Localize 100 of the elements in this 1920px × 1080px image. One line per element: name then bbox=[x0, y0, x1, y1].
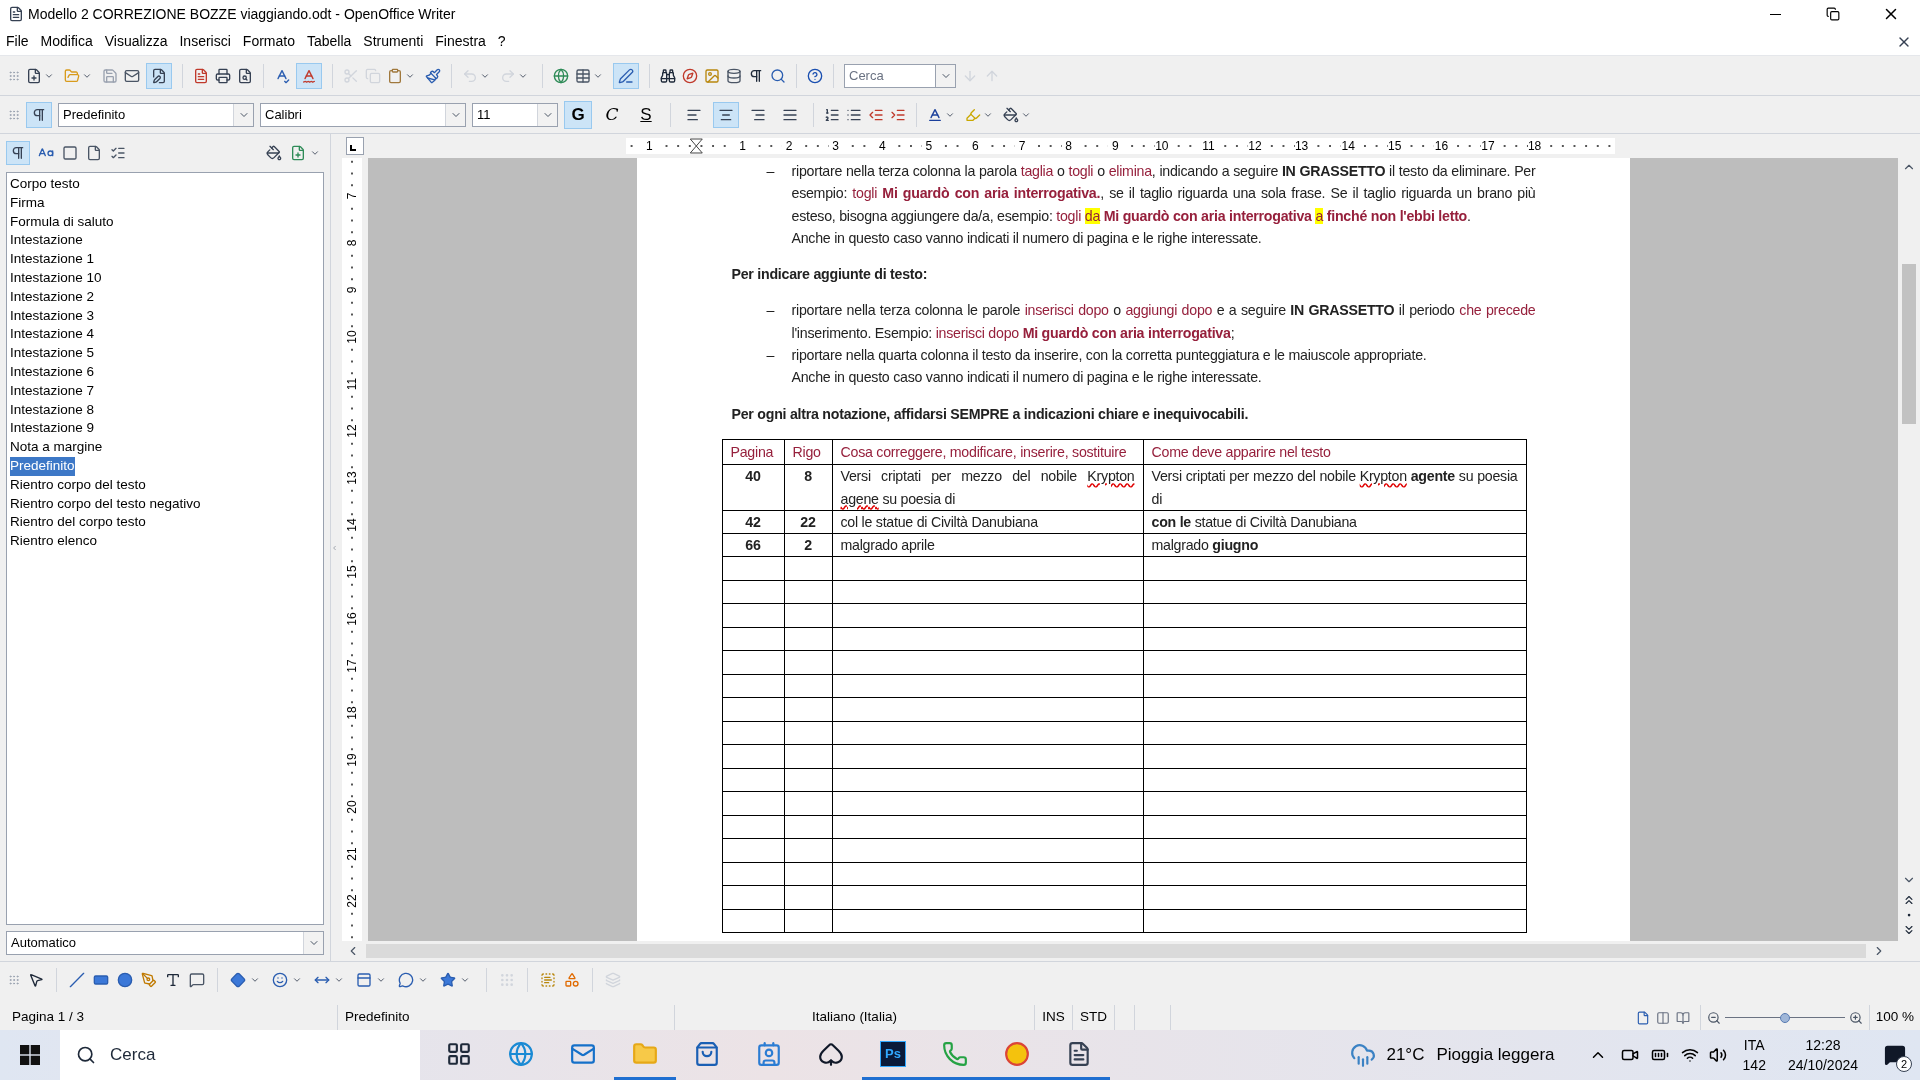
style-list-item[interactable]: Intestazione 8 bbox=[10, 400, 95, 420]
book-view-icon[interactable] bbox=[1675, 1010, 1690, 1025]
toolbar-handle-icon[interactable] bbox=[8, 69, 20, 82]
insert-mode[interactable]: INS bbox=[1042, 1007, 1065, 1028]
style-list-item[interactable]: Rientro elenco bbox=[10, 532, 98, 551]
style-list-item[interactable]: Intestazione 5 bbox=[10, 344, 95, 363]
ellipse-icon[interactable] bbox=[117, 971, 133, 988]
print-icon[interactable] bbox=[215, 67, 231, 84]
scroll-thumb[interactable] bbox=[1902, 264, 1916, 424]
fill-format-icon[interactable] bbox=[266, 145, 282, 161]
style-list-item[interactable]: Intestazione 4 bbox=[10, 325, 95, 345]
single-page-view-icon[interactable] bbox=[1635, 1010, 1650, 1025]
menu-item[interactable]: ? bbox=[491, 31, 512, 52]
pdf-export-icon[interactable] bbox=[193, 67, 209, 84]
taskbar-search-field[interactable]: Cerca bbox=[60, 1030, 420, 1080]
hyperlink-icon[interactable] bbox=[553, 67, 569, 84]
selection-mode[interactable]: STD bbox=[1080, 1007, 1107, 1028]
zoom-level[interactable]: 100 % bbox=[1869, 1007, 1920, 1028]
mail-icon[interactable] bbox=[124, 67, 140, 84]
symbol-shapes-icon[interactable] bbox=[272, 971, 288, 988]
menu-item[interactable]: Finestra bbox=[429, 31, 492, 52]
clock-date[interactable]: 24/10/2024 bbox=[1787, 1055, 1858, 1075]
menu-item[interactable]: File bbox=[0, 31, 35, 52]
style-filter-dropdown[interactable]: Automatico bbox=[6, 931, 324, 955]
flowchart-icon[interactable] bbox=[356, 971, 372, 988]
zoom-icon[interactable] bbox=[770, 67, 786, 84]
page-styles-icon[interactable] bbox=[86, 145, 102, 161]
callouts-icon[interactable] bbox=[398, 971, 414, 988]
clock-time[interactable]: 12:28 bbox=[1805, 1035, 1841, 1055]
edit-mode-button[interactable] bbox=[146, 62, 172, 89]
search-field[interactable]: Cerca bbox=[844, 63, 936, 88]
new-document-icon[interactable] bbox=[26, 67, 42, 84]
star-icon[interactable] bbox=[440, 971, 456, 988]
basic-shapes-icon[interactable] bbox=[230, 971, 246, 988]
styles-button[interactable] bbox=[26, 101, 52, 128]
toolbar-handle-icon[interactable] bbox=[8, 108, 20, 121]
database-icon[interactable] bbox=[726, 67, 742, 84]
gallery-icon[interactable] bbox=[704, 67, 720, 84]
menu-item[interactable]: Formato bbox=[236, 31, 301, 52]
paragraph-styles-button[interactable] bbox=[6, 141, 30, 165]
style-list-item[interactable]: Rientro corpo del testo bbox=[10, 475, 146, 495]
line-icon[interactable] bbox=[69, 971, 85, 988]
menu-item[interactable]: Visualizza bbox=[98, 31, 174, 52]
auto-spellcheck-button[interactable] bbox=[296, 62, 322, 89]
select-pointer-icon[interactable] bbox=[28, 971, 44, 988]
extrusion-icon[interactable] bbox=[564, 971, 580, 988]
weather-condition[interactable]: Pioggia leggera bbox=[1436, 1042, 1555, 1068]
menu-item[interactable]: Tabella bbox=[300, 31, 358, 52]
volume-icon[interactable] bbox=[1708, 1046, 1727, 1064]
paint-bucket-icon[interactable] bbox=[1003, 106, 1019, 123]
weather-icon[interactable] bbox=[1350, 1042, 1377, 1068]
draw-functions-button[interactable] bbox=[613, 62, 639, 89]
style-list-item[interactable]: Rientro corpo del testo negativo bbox=[10, 494, 201, 514]
style-list-item[interactable]: Rientro del corpo testo bbox=[10, 513, 146, 533]
font-size-dropdown[interactable]: 11 bbox=[472, 102, 558, 127]
wifi-icon[interactable] bbox=[1680, 1046, 1699, 1064]
paintbrush-icon[interactable] bbox=[425, 67, 441, 84]
style-list-item[interactable]: Intestazione 2 bbox=[10, 287, 95, 307]
text-style-button[interactable]: S bbox=[632, 100, 660, 129]
keyboard-layout[interactable]: 142 bbox=[1742, 1055, 1766, 1075]
style-list-item[interactable]: Intestazione 3 bbox=[10, 306, 95, 326]
compass-icon[interactable] bbox=[682, 67, 698, 84]
table-icon[interactable] bbox=[575, 67, 591, 84]
font-name-dropdown[interactable]: Calibri bbox=[260, 102, 466, 127]
dropdown-caret-icon[interactable] bbox=[310, 148, 320, 158]
numbered-list-icon[interactable] bbox=[824, 106, 840, 123]
pilcrow-icon[interactable] bbox=[748, 67, 764, 84]
text-style-button[interactable]: C bbox=[598, 100, 626, 129]
tab-stop-selector[interactable] bbox=[346, 137, 364, 155]
vertical-ruler[interactable]: 7 8 9 10 11 12 13 14 15 16 17 18 19 20 21 22 bbox=[342, 158, 362, 941]
menu-item[interactable]: Modifica bbox=[34, 31, 99, 52]
style-list-item[interactable]: Intestazione 9 bbox=[10, 419, 95, 439]
horizontal-ruler[interactable]: 1 1 2 3 4 5 6 7 8 9 10 11 12 13 14 15 16 17 18 bbox=[626, 138, 1615, 154]
style-list-item[interactable]: Intestazione 1 bbox=[10, 250, 95, 269]
fontwork-icon[interactable] bbox=[540, 971, 556, 988]
zoom-in-icon[interactable] bbox=[1848, 1010, 1863, 1025]
input-language[interactable]: ITA bbox=[1743, 1035, 1765, 1055]
style-list-item[interactable]: Intestazione bbox=[10, 231, 83, 251]
font-color-icon[interactable] bbox=[927, 106, 943, 123]
style-list-item[interactable]: Formula di saluto bbox=[10, 212, 114, 232]
next-page-icon[interactable] bbox=[1902, 923, 1916, 937]
callout-icon[interactable] bbox=[189, 971, 205, 988]
taskbar-app[interactable]: Ps bbox=[862, 1030, 924, 1080]
freeform-icon[interactable] bbox=[141, 971, 157, 988]
alignment-button[interactable] bbox=[713, 101, 739, 128]
page-preview-icon[interactable] bbox=[237, 67, 253, 84]
binoculars-icon[interactable] bbox=[660, 67, 676, 84]
toolbar-handle-icon[interactable] bbox=[8, 973, 20, 986]
text-style-button[interactable]: G bbox=[564, 100, 592, 129]
paste-icon[interactable] bbox=[387, 67, 403, 84]
weather-temperature[interactable]: 21°C bbox=[1386, 1042, 1425, 1068]
previous-page-icon[interactable] bbox=[1902, 893, 1916, 907]
help-icon[interactable] bbox=[807, 67, 823, 84]
style-list-item[interactable]: Predefinito bbox=[10, 456, 75, 476]
zoom-slider[interactable] bbox=[1724, 1011, 1845, 1024]
multi-page-view-icon[interactable] bbox=[1655, 1010, 1670, 1025]
style-list-item[interactable]: Intestazione 7 bbox=[10, 381, 95, 401]
menu-item[interactable]: Strumenti bbox=[357, 31, 430, 52]
style-list-item[interactable]: Intestazione 6 bbox=[10, 362, 95, 382]
zoom-out-icon[interactable] bbox=[1706, 1010, 1721, 1025]
